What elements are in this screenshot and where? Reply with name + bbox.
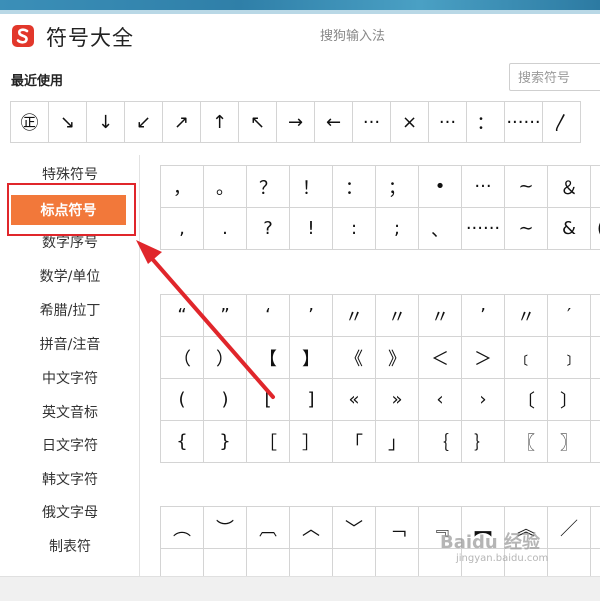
annotation-arrow-icon bbox=[136, 240, 275, 399]
bottom-status-bar bbox=[0, 576, 600, 601]
watermark-url: jingyan.baidu.com bbox=[456, 553, 549, 564]
watermark-text: Baidu 经验 bbox=[440, 532, 541, 553]
